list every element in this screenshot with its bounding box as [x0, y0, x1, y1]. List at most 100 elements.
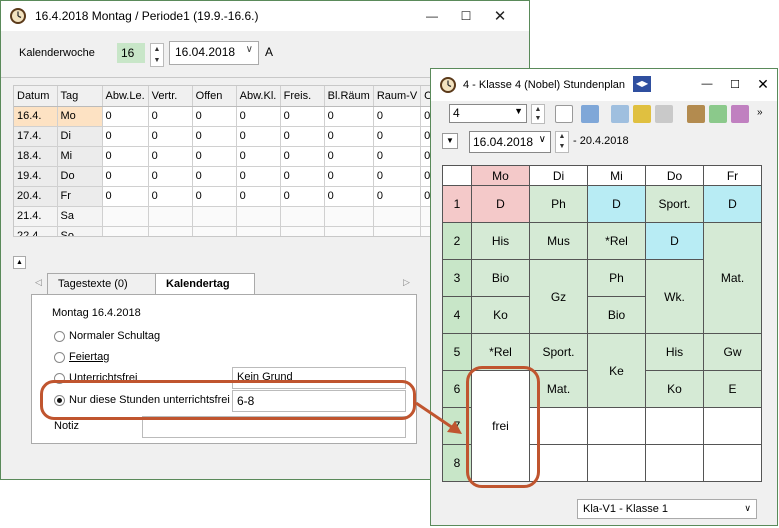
lesson-cell[interactable]: Mus: [529, 222, 588, 260]
table-cell[interactable]: 20.4.: [14, 186, 58, 207]
day-header[interactable]: Fr: [703, 165, 762, 186]
table-cell[interactable]: [148, 226, 193, 236]
chevron-down-icon[interactable]: ∨: [744, 503, 751, 514]
minimize-icon[interactable]: —: [415, 1, 449, 31]
col-header[interactable]: Abw.Le.: [102, 86, 149, 107]
collapse-toggle-icon[interactable]: ▼: [442, 133, 458, 149]
lesson-cell[interactable]: D: [645, 222, 704, 260]
table-cell[interactable]: 0: [324, 166, 374, 187]
lesson-cell[interactable]: Wk.: [645, 259, 704, 334]
table-row[interactable]: 18.4. Mi 0 0 0 0 0 0 0 0: [14, 146, 449, 167]
table-cell[interactable]: 0: [373, 186, 422, 207]
radio-holiday[interactable]: [54, 352, 65, 363]
radio-hours-label[interactable]: Nur diese Stunden unterrichtsfrei: [69, 394, 230, 406]
col-header[interactable]: Datum: [14, 86, 58, 107]
table-cell[interactable]: 0: [192, 106, 237, 127]
table-cell[interactable]: 0: [192, 126, 237, 147]
more-icon[interactable]: »: [757, 107, 763, 118]
lesson-cell-free[interactable]: frei: [471, 370, 530, 482]
table-cell[interactable]: [192, 206, 237, 227]
table-cell[interactable]: 0: [148, 166, 193, 187]
week-number-field[interactable]: 16: [117, 43, 145, 63]
radio-hours[interactable]: [54, 395, 65, 406]
table-cell[interactable]: 0: [192, 186, 237, 207]
table-cell[interactable]: [280, 206, 325, 227]
table-cell[interactable]: 0: [102, 186, 149, 207]
table-cell[interactable]: 0: [102, 106, 149, 127]
lesson-cell[interactable]: Ko: [471, 296, 530, 334]
day-header[interactable]: Mo: [471, 165, 530, 186]
table-cell[interactable]: [236, 226, 281, 236]
import-icon[interactable]: [611, 105, 629, 123]
lesson-cell-empty[interactable]: [703, 444, 762, 482]
lesson-cell-empty[interactable]: [645, 407, 704, 445]
lesson-cell-empty[interactable]: [587, 444, 646, 482]
table-cell[interactable]: [102, 206, 149, 227]
lesson-cell-empty[interactable]: [645, 444, 704, 482]
table-row[interactable]: 19.4. Do 0 0 0 0 0 0 0 0: [14, 166, 449, 187]
table-cell[interactable]: 0: [192, 146, 237, 167]
table-cell[interactable]: 0: [148, 186, 193, 207]
pin-icon[interactable]: [709, 105, 727, 123]
table-cell[interactable]: 18.4.: [14, 146, 58, 167]
class-spinner[interactable]: ▲ ▼: [531, 104, 545, 124]
lesson-cell[interactable]: D: [471, 185, 530, 223]
reason-select[interactable]: Kein Grund: [232, 367, 406, 389]
spin-up-icon[interactable]: ▲: [151, 44, 163, 55]
free-hours-input[interactable]: 6-8: [232, 390, 406, 412]
lesson-cell[interactable]: D: [587, 185, 646, 223]
radio-normal[interactable]: [54, 331, 65, 342]
table-cell[interactable]: 0: [236, 186, 281, 207]
lesson-cell[interactable]: Bio: [471, 259, 530, 297]
table-cell[interactable]: [192, 226, 237, 236]
table-cell[interactable]: 0: [148, 106, 193, 127]
lesson-cell[interactable]: Gz: [529, 259, 588, 334]
spin-up-icon[interactable]: ▲: [556, 132, 568, 142]
table-cell[interactable]: 0: [373, 166, 422, 187]
lesson-cell-empty[interactable]: [529, 444, 588, 482]
close-icon[interactable]: ✕: [483, 1, 517, 31]
table-cell[interactable]: Mo: [57, 106, 103, 127]
col-header[interactable]: Offen: [192, 86, 237, 107]
table-cell[interactable]: 0: [102, 126, 149, 147]
table-cell[interactable]: 0: [236, 126, 281, 147]
table-cell[interactable]: 22.4.: [14, 226, 58, 236]
lock-icon[interactable]: [633, 105, 651, 123]
lesson-cell[interactable]: Mat.: [529, 370, 588, 408]
spin-down-icon[interactable]: ▼: [556, 142, 568, 152]
table-cell[interactable]: 0: [236, 166, 281, 187]
table-cell[interactable]: 0: [324, 146, 374, 167]
table-cell[interactable]: 21.4.: [14, 206, 58, 227]
table-cell[interactable]: So: [57, 226, 103, 236]
col-header[interactable]: Freis.: [280, 86, 325, 107]
radio-free-label[interactable]: Unterrichtsfrei: [69, 372, 137, 384]
lesson-cell[interactable]: *Rel: [587, 222, 646, 260]
move-icon[interactable]: [581, 105, 599, 123]
table-cell[interactable]: 0: [373, 126, 422, 147]
lesson-cell[interactable]: Mat.: [703, 222, 762, 334]
day-header[interactable]: Mi: [587, 165, 646, 186]
date-spinner[interactable]: ▲ ▼: [555, 131, 569, 153]
table-cell[interactable]: 17.4.: [14, 126, 58, 147]
table-cell[interactable]: [324, 226, 374, 236]
tab-kalendertag[interactable]: Kalendertag: [155, 273, 255, 295]
table-cell[interactable]: [148, 206, 193, 227]
table-cell[interactable]: 0: [280, 166, 325, 187]
table-cell[interactable]: Fr: [57, 186, 103, 207]
print-icon[interactable]: [655, 105, 673, 123]
collapse-toggle-icon[interactable]: ▲: [13, 256, 26, 269]
table-cell[interactable]: 0: [373, 146, 422, 167]
table-cell[interactable]: [324, 206, 374, 227]
lesson-cell[interactable]: D: [703, 185, 762, 223]
tab-tagestexte[interactable]: Tagestexte (0): [47, 273, 157, 295]
table-cell[interactable]: [280, 226, 325, 236]
close-icon[interactable]: ✕: [749, 69, 777, 99]
table-cell[interactable]: 16.4.: [14, 106, 58, 127]
chevron-down-icon[interactable]: ∨: [246, 44, 253, 55]
table-cell[interactable]: 0: [324, 126, 374, 147]
table-cell[interactable]: Sa: [57, 206, 103, 227]
radio-normal-label[interactable]: Normaler Schultag: [69, 330, 160, 342]
table-cell[interactable]: 0: [148, 126, 193, 147]
table-row[interactable]: 16.4. Mo 0 0 0 0 0 0 0 0: [14, 106, 449, 127]
maximize-icon[interactable]: ☐: [721, 69, 749, 99]
